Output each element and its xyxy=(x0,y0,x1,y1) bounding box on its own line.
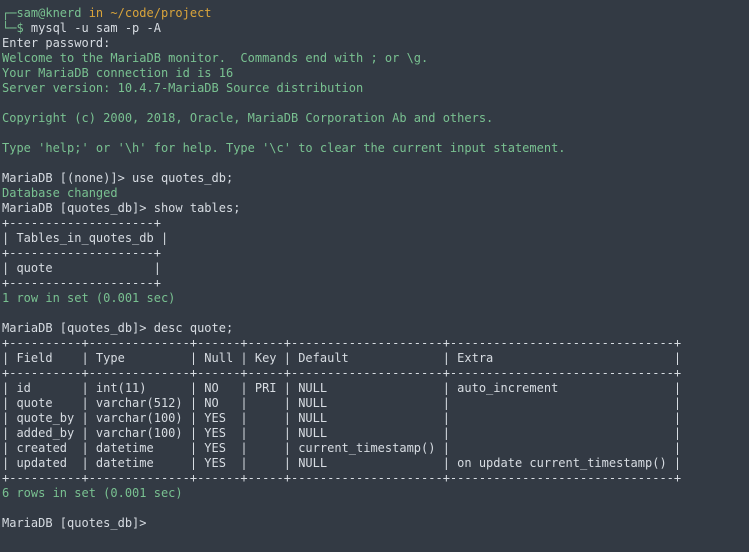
output-line: +--------------------+ xyxy=(2,246,161,260)
output-line: MariaDB [quotes_db]> xyxy=(2,516,681,531)
output-line: | quote | varchar(512) | NO | | NULL | | xyxy=(2,396,682,410)
terminal-output: ┌─sam@knerd in ~/code/project └─$ mysql … xyxy=(2,6,681,531)
output-line: Server version: 10.4.7-MariaDB Source di… xyxy=(2,81,364,95)
output-line: | updated | datetime | YES | | NULL | on… xyxy=(2,456,682,470)
output-line: Welcome to the MariaDB monitor. Commands… xyxy=(2,51,429,65)
prompt-line-1: ┌─sam@knerd in ~/code/project xyxy=(2,6,212,20)
output-line: | quote | xyxy=(2,261,161,275)
output-line: +----------+--------------+------+-----+… xyxy=(2,336,682,350)
prompt-user-host: sam@knerd xyxy=(16,6,82,20)
prompt-command: mysql -u sam -p -A xyxy=(23,21,161,35)
output-line: MariaDB [quotes_db]> show tables; xyxy=(2,201,241,215)
output-line: | created | datetime | YES | | current_t… xyxy=(2,441,682,455)
output-line: +--------------------+ xyxy=(2,216,161,230)
output-line: +--------------------+ xyxy=(2,276,161,290)
output-line: Database changed xyxy=(2,186,118,200)
output-line: | Field | Type | Null | Key | Default | … xyxy=(2,351,682,365)
terminal-window[interactable]: ┌─sam@knerd in ~/code/project └─$ mysql … xyxy=(0,0,749,552)
output-line: 6 rows in set (0.001 sec) xyxy=(2,486,183,500)
prompt-path: ~/code/project xyxy=(110,6,212,20)
output-line: 1 row in set (0.001 sec) xyxy=(2,291,176,305)
output-line: MariaDB [quotes_db]> desc quote; xyxy=(2,321,234,335)
output-line: Your MariaDB connection id is 16 xyxy=(2,66,234,80)
output-line: Copyright (c) 2000, 2018, Oracle, MariaD… xyxy=(2,111,494,125)
output-line: Enter password: xyxy=(2,36,111,50)
output-line: Type 'help;' or '\h' for help. Type '\c'… xyxy=(2,141,566,155)
output-line: MariaDB [(none)]> use quotes_db; xyxy=(2,171,234,185)
prompt-in: in xyxy=(81,6,111,20)
output-line: +----------+--------------+------+-----+… xyxy=(2,366,682,380)
output-line: | Tables_in_quotes_db | xyxy=(2,231,169,245)
output-line: | quote_by | varchar(100) | YES | | NULL… xyxy=(2,411,682,425)
text-cursor[interactable] xyxy=(154,516,161,529)
output-line: +----------+--------------+------+-----+… xyxy=(2,471,682,485)
prompt-line-2: └─$ mysql -u sam -p -A xyxy=(2,21,161,35)
output-line: | added_by | varchar(100) | YES | | NULL… xyxy=(2,426,682,440)
output-line: | id | int(11) | NO | PRI | NULL | auto_… xyxy=(2,381,682,395)
